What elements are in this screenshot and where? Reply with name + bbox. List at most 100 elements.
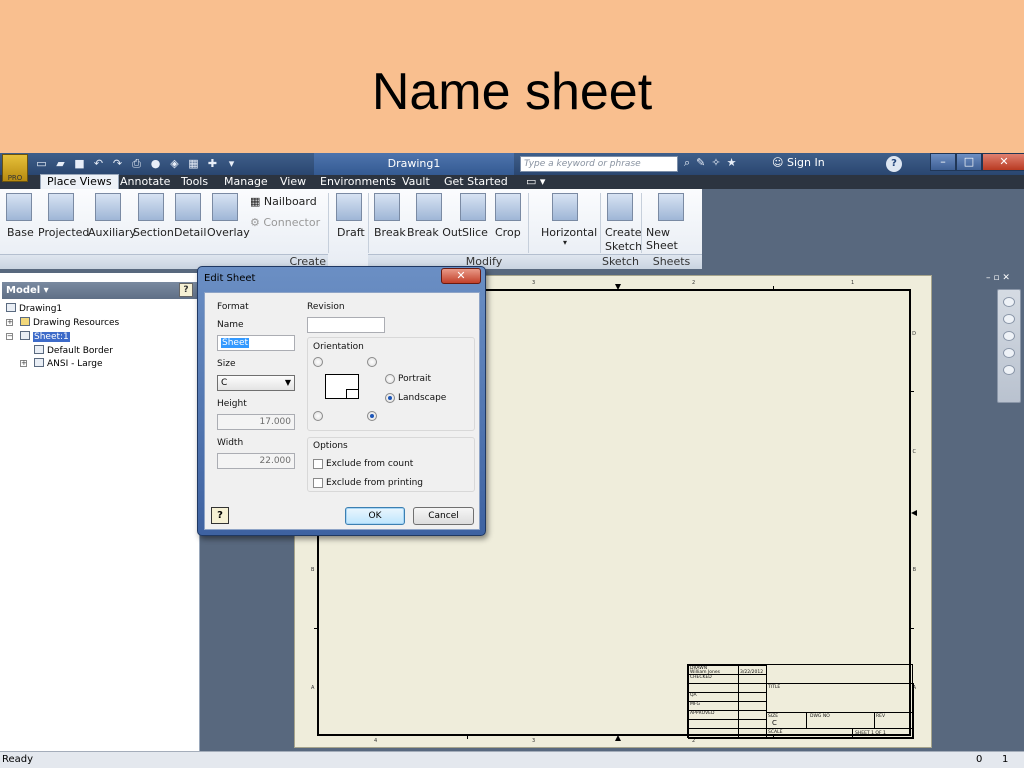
auxiliary-label: Auxiliary xyxy=(88,226,136,239)
options-label: Options xyxy=(313,441,348,451)
collapse-toggle[interactable]: − xyxy=(6,333,13,340)
panel-sketch[interactable]: Sketch xyxy=(600,254,641,269)
tb-mfg: MFG xyxy=(690,702,700,707)
open-icon[interactable]: ▰ xyxy=(53,156,68,171)
appearance-icon[interactable]: ◈ xyxy=(167,156,182,171)
sheet-icon xyxy=(20,331,30,340)
tab-get-started[interactable]: Get Started xyxy=(444,175,508,189)
parameters-icon[interactable]: ▦ xyxy=(186,156,201,171)
window-tile-controls[interactable]: – ▫ ✕ xyxy=(986,273,1010,283)
tree-item-drawing-resources[interactable]: Drawing Resources xyxy=(20,317,119,328)
binoculars-icon[interactable]: ⌕ xyxy=(684,156,690,170)
tab-manage[interactable]: Manage xyxy=(224,175,268,189)
tree-item-ansi-large[interactable]: ANSI - Large xyxy=(34,358,103,369)
save-icon[interactable]: ■ xyxy=(72,156,87,171)
tab-place-views[interactable]: Place Views xyxy=(40,174,119,190)
expand-toggle[interactable]: + xyxy=(20,360,27,367)
tab-annotate[interactable]: Annotate xyxy=(120,175,170,189)
draft-button[interactable] xyxy=(336,193,362,223)
tree-item-sheet[interactable]: Sheet:1 xyxy=(20,331,70,342)
panel-sheets[interactable]: Sheets xyxy=(641,254,702,269)
browser-help-icon[interactable]: ? xyxy=(179,283,193,297)
sign-in-button[interactable]: ☺ Sign In xyxy=(772,156,825,169)
tab-tools[interactable]: Tools xyxy=(181,175,208,189)
landscape-radio[interactable] xyxy=(385,393,395,403)
slice-button[interactable] xyxy=(460,193,486,223)
corner-bottom-right-radio[interactable] xyxy=(367,411,377,421)
dialog-help-icon[interactable]: ? xyxy=(211,507,229,524)
break-button[interactable] xyxy=(374,193,400,223)
revision-input[interactable] xyxy=(307,317,385,333)
connector-button[interactable]: ⚙ Connector xyxy=(250,216,320,229)
sheet-name-input[interactable]: Sheet xyxy=(217,335,295,351)
ribbon-options-icon[interactable]: ▭ ▾ xyxy=(526,175,545,189)
print-icon[interactable]: ⎙ xyxy=(129,156,144,171)
base-view-button[interactable] xyxy=(6,193,32,223)
zoom-icon[interactable] xyxy=(1003,331,1015,341)
width-input[interactable]: 22.000 xyxy=(217,453,295,469)
quick-access-toolbar: ▭ ▰ ■ ↶ ↷ ⎙ ● ◈ ▦ ✚ ▾ xyxy=(34,156,239,171)
status-count-1: 0 xyxy=(976,754,983,765)
portrait-radio[interactable] xyxy=(385,374,395,384)
section-view-button[interactable] xyxy=(138,193,164,223)
expand-toggle[interactable]: + xyxy=(6,319,13,326)
cancel-button[interactable]: Cancel xyxy=(413,507,474,525)
material-icon[interactable]: ● xyxy=(148,156,163,171)
help-icon[interactable]: ? xyxy=(886,156,902,172)
corner-top-right-radio[interactable] xyxy=(367,357,377,367)
height-input[interactable]: 17.000 xyxy=(217,414,295,430)
orbit-icon[interactable] xyxy=(1003,365,1015,375)
create-sketch-button[interactable] xyxy=(607,193,633,223)
crop-button[interactable] xyxy=(495,193,521,223)
redo-icon[interactable]: ↷ xyxy=(110,156,125,171)
overlay-view-button[interactable] xyxy=(212,193,238,223)
minimize-button[interactable]: – xyxy=(930,153,956,171)
new-icon[interactable]: ▭ xyxy=(34,156,49,171)
corner-bottom-left-radio[interactable] xyxy=(313,411,323,421)
undo-icon[interactable]: ↶ xyxy=(91,156,106,171)
size-select[interactable]: C ▼ xyxy=(217,375,295,391)
zoom-window-icon[interactable] xyxy=(1003,348,1015,358)
horizontal-button[interactable] xyxy=(552,193,578,223)
satellite-icon[interactable]: ✧ xyxy=(711,156,720,170)
customize-dropdown-icon[interactable]: ▾ xyxy=(224,156,239,171)
tools-icon[interactable]: ✎ xyxy=(696,156,705,170)
title-block[interactable]: DRAWN William Jones 3/22/2012 CHECKED QA… xyxy=(687,664,914,739)
pan-icon[interactable] xyxy=(1003,314,1015,324)
browser-header[interactable]: Model ▾ ? xyxy=(2,282,197,299)
tree-item-drawing[interactable]: Drawing1 xyxy=(6,303,62,314)
detail-view-button[interactable] xyxy=(175,193,201,223)
ok-button[interactable]: OK xyxy=(345,507,405,525)
dialog-close-button[interactable]: ✕ xyxy=(441,268,481,284)
favorites-star-icon[interactable]: ★ xyxy=(727,156,737,170)
tree-item-default-border[interactable]: Default Border xyxy=(34,345,113,356)
tb-scale: SCALE xyxy=(768,730,783,735)
horizontal-dropdown-icon[interactable]: ▾ xyxy=(563,238,567,247)
zone-label: 3 xyxy=(532,738,536,744)
new-sheet-button[interactable] xyxy=(658,193,684,223)
tab-environments[interactable]: Environments xyxy=(320,175,396,189)
auxiliary-view-button[interactable] xyxy=(95,193,121,223)
close-window-button[interactable]: ✕ xyxy=(982,153,1024,171)
nailboard-button[interactable]: ▦ Nailboard xyxy=(250,195,317,208)
zone-tick xyxy=(314,628,319,629)
measure-icon[interactable]: ✚ xyxy=(205,156,220,171)
horizontal-align-icon xyxy=(552,193,578,221)
section-label: Section xyxy=(133,226,174,239)
corner-top-left-radio[interactable] xyxy=(313,357,323,367)
tab-view[interactable]: View xyxy=(280,175,306,189)
exclude-printing-checkbox[interactable] xyxy=(313,478,323,488)
projected-view-button[interactable] xyxy=(48,193,74,223)
auxiliary-view-icon xyxy=(95,193,121,221)
ribbon-separator xyxy=(328,193,329,253)
app-logo[interactable]: PRO xyxy=(2,154,28,182)
search-input[interactable]: Type a keyword or phrase xyxy=(520,156,678,172)
ribbon-separator xyxy=(368,193,369,253)
tb-sheet: SHEET 1 OF 1 xyxy=(855,731,886,736)
exclude-count-label: Exclude from count xyxy=(326,459,414,469)
steering-wheel-icon[interactable] xyxy=(1003,297,1015,307)
maximize-button[interactable]: □ xyxy=(956,153,982,171)
tab-vault[interactable]: Vault xyxy=(402,175,430,189)
break-out-button[interactable] xyxy=(416,193,442,223)
exclude-count-checkbox[interactable] xyxy=(313,459,323,469)
